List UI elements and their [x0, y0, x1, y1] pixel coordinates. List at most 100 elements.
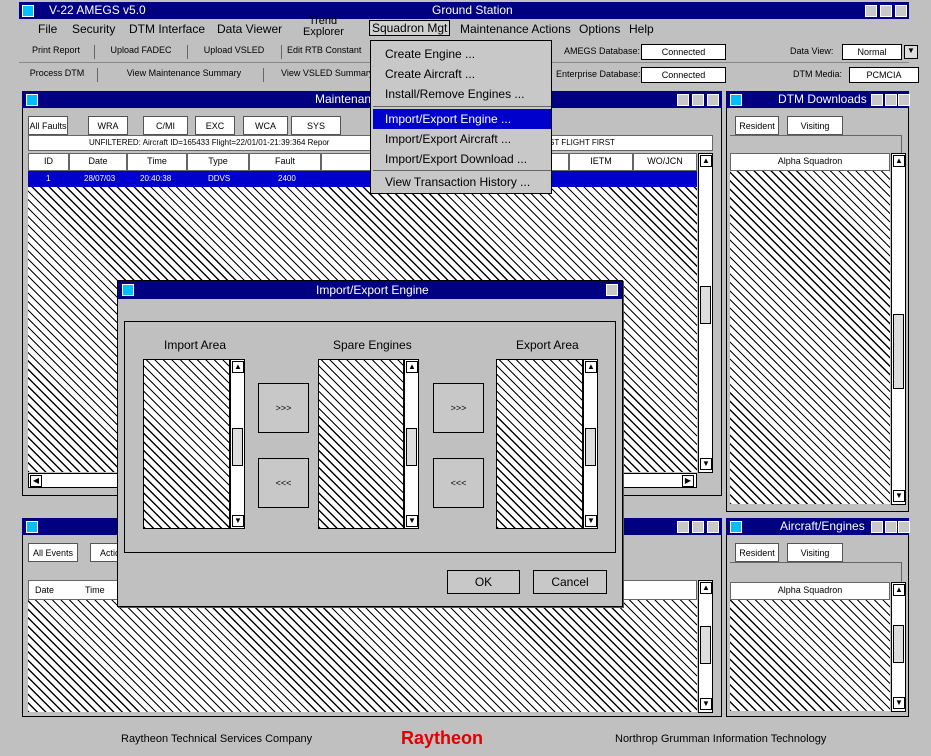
tab-cmi[interactable]: C/MI	[143, 116, 188, 135]
scroll-up-icon[interactable]: ▲	[700, 582, 712, 594]
menu-help[interactable]: Help	[629, 22, 654, 36]
ok-button[interactable]: OK	[447, 570, 520, 594]
tab-visiting[interactable]: Visiting	[787, 543, 843, 562]
import-list[interactable]	[143, 359, 230, 529]
scroll-down-icon[interactable]: ▼	[585, 515, 597, 527]
tab-all-events[interactable]: All Events	[28, 543, 78, 562]
tab-sys[interactable]: SYS	[291, 116, 341, 135]
events-maximize-button[interactable]	[692, 521, 704, 533]
move-to-spare-button[interactable]: >>>	[258, 383, 309, 433]
menu-item-install-remove-engines[interactable]: Install/Remove Engines ...	[373, 84, 551, 104]
tab-resident[interactable]: Resident	[735, 543, 779, 562]
scroll-down-icon[interactable]: ▼	[700, 458, 712, 470]
scroll-down-icon[interactable]: ▼	[232, 515, 244, 527]
view-maintenance-summary-button[interactable]: View Maintenance Summary	[109, 68, 259, 82]
move-to-export-button[interactable]: >>>	[433, 383, 484, 433]
scroll-thumb[interactable]	[585, 428, 596, 466]
data-view-select[interactable]: Normal	[842, 44, 902, 60]
data-view-dropdown-icon[interactable]: ▼	[904, 45, 918, 59]
export-list-scrollbar[interactable]: ▲ ▼	[583, 359, 598, 529]
menu-security[interactable]: Security	[72, 22, 115, 36]
process-dtm-button[interactable]: Process DTM	[21, 68, 93, 82]
events-minimize-button[interactable]	[677, 521, 689, 533]
spare-engines-list[interactable]	[318, 359, 404, 529]
move-to-spare-from-export-button[interactable]: <<<	[433, 458, 484, 508]
aircraft-close-button[interactable]	[898, 521, 910, 533]
col-header-wojcn[interactable]: WO/JCN	[633, 153, 697, 171]
menu-item-view-transaction-history[interactable]: View Transaction History ...	[373, 172, 551, 192]
scroll-up-icon[interactable]: ▲	[232, 361, 244, 373]
close-button[interactable]	[895, 5, 907, 17]
scroll-right-icon[interactable]: ▶	[682, 475, 694, 487]
scroll-thumb[interactable]	[893, 625, 904, 663]
scroll-up-icon[interactable]: ▲	[893, 155, 905, 167]
scroll-thumb[interactable]	[700, 286, 711, 324]
scroll-left-icon[interactable]: ◀	[30, 475, 42, 487]
scroll-down-icon[interactable]: ▼	[406, 515, 418, 527]
menu-item-create-engine[interactable]: Create Engine ...	[373, 44, 551, 64]
dtm-maximize-button[interactable]	[885, 94, 897, 106]
events-close-button[interactable]	[707, 521, 719, 533]
col-header-id[interactable]: ID	[28, 153, 69, 171]
menu-item-import-export-aircraft[interactable]: Import/Export Aircraft ...	[373, 129, 551, 149]
dtm-minimize-button[interactable]	[871, 94, 883, 106]
col-header-time[interactable]: Time	[127, 153, 187, 171]
scroll-thumb[interactable]	[232, 428, 243, 466]
export-list[interactable]	[496, 359, 583, 529]
scroll-up-icon[interactable]: ▲	[893, 584, 905, 596]
menu-dtm-interface[interactable]: DTM Interface	[129, 22, 205, 36]
maint-close-button[interactable]	[707, 94, 719, 106]
aircraft-minimize-button[interactable]	[871, 521, 883, 533]
scroll-up-icon[interactable]: ▲	[406, 361, 418, 373]
scroll-down-icon[interactable]: ▼	[893, 697, 905, 709]
tab-resident[interactable]: Resident	[735, 116, 779, 135]
col-header-time[interactable]: Time	[85, 581, 105, 599]
tab-visiting[interactable]: Visiting	[787, 116, 843, 135]
col-header-type[interactable]: Type	[187, 153, 249, 171]
scroll-thumb[interactable]	[700, 626, 711, 664]
col-header-fault[interactable]: Fault	[249, 153, 321, 171]
view-vsled-summary-button[interactable]: View VSLED Summary	[281, 68, 376, 82]
col-header-ietm[interactable]: IETM	[569, 153, 633, 171]
maint-maximize-button[interactable]	[692, 94, 704, 106]
cancel-button[interactable]: Cancel	[533, 570, 607, 594]
move-to-import-button[interactable]: <<<	[258, 458, 309, 508]
dtm-close-button[interactable]	[898, 94, 910, 106]
scroll-up-icon[interactable]: ▲	[585, 361, 597, 373]
col-header-date[interactable]: Date	[35, 581, 54, 599]
events-vscrollbar[interactable]: ▲ ▼	[698, 580, 713, 713]
col-header-date[interactable]: Date	[69, 153, 127, 171]
menu-options[interactable]: Options	[579, 22, 620, 36]
spare-list-scrollbar[interactable]: ▲ ▼	[404, 359, 419, 529]
dtm-vscrollbar[interactable]: ▲ ▼	[891, 153, 906, 505]
maint-minimize-button[interactable]	[677, 94, 689, 106]
scroll-thumb[interactable]	[406, 428, 417, 466]
menu-maintenance-actions[interactable]: Maintenance Actions	[460, 22, 571, 36]
maint-vscrollbar[interactable]: ▲ ▼	[698, 153, 713, 473]
menu-file[interactable]: File	[38, 22, 57, 36]
menu-item-create-aircraft[interactable]: Create Aircraft ...	[373, 64, 551, 84]
maximize-button[interactable]	[880, 5, 892, 17]
scroll-up-icon[interactable]: ▲	[700, 155, 712, 167]
scroll-down-icon[interactable]: ▼	[893, 490, 905, 502]
menu-item-import-export-download[interactable]: Import/Export Download ...	[373, 149, 551, 169]
tab-wca[interactable]: WCA	[243, 116, 288, 135]
upload-fadec-button[interactable]: Upload FADEC	[101, 45, 181, 59]
scroll-down-icon[interactable]: ▼	[700, 698, 712, 710]
menu-item-import-export-engine[interactable]: Import/Export Engine ...	[373, 109, 551, 129]
upload-vsled-button[interactable]: Upload VSLED	[194, 45, 274, 59]
aircraft-vscrollbar[interactable]: ▲ ▼	[891, 582, 906, 712]
menu-trend-explorer[interactable]: Trend Explorer	[303, 16, 344, 38]
import-list-scrollbar[interactable]: ▲ ▼	[230, 359, 245, 529]
aircraft-maximize-button[interactable]	[885, 521, 897, 533]
dialog-close-button[interactable]	[606, 284, 618, 296]
table-row[interactable]: 1 28/07/03 20:40:38 DDVS 2400	[28, 171, 697, 187]
scroll-thumb[interactable]	[893, 314, 904, 389]
tab-exc[interactable]: EXC	[195, 116, 235, 135]
print-report-button[interactable]: Print Report	[21, 45, 91, 59]
menu-squadron-mgt[interactable]: Squadron Mgt	[369, 20, 451, 36]
minimize-button[interactable]	[865, 5, 877, 17]
tab-all-faults[interactable]: All Faults	[28, 116, 68, 135]
menu-data-viewer[interactable]: Data Viewer	[217, 22, 282, 36]
edit-rtb-button[interactable]: Edit RTB Constant	[287, 45, 372, 59]
